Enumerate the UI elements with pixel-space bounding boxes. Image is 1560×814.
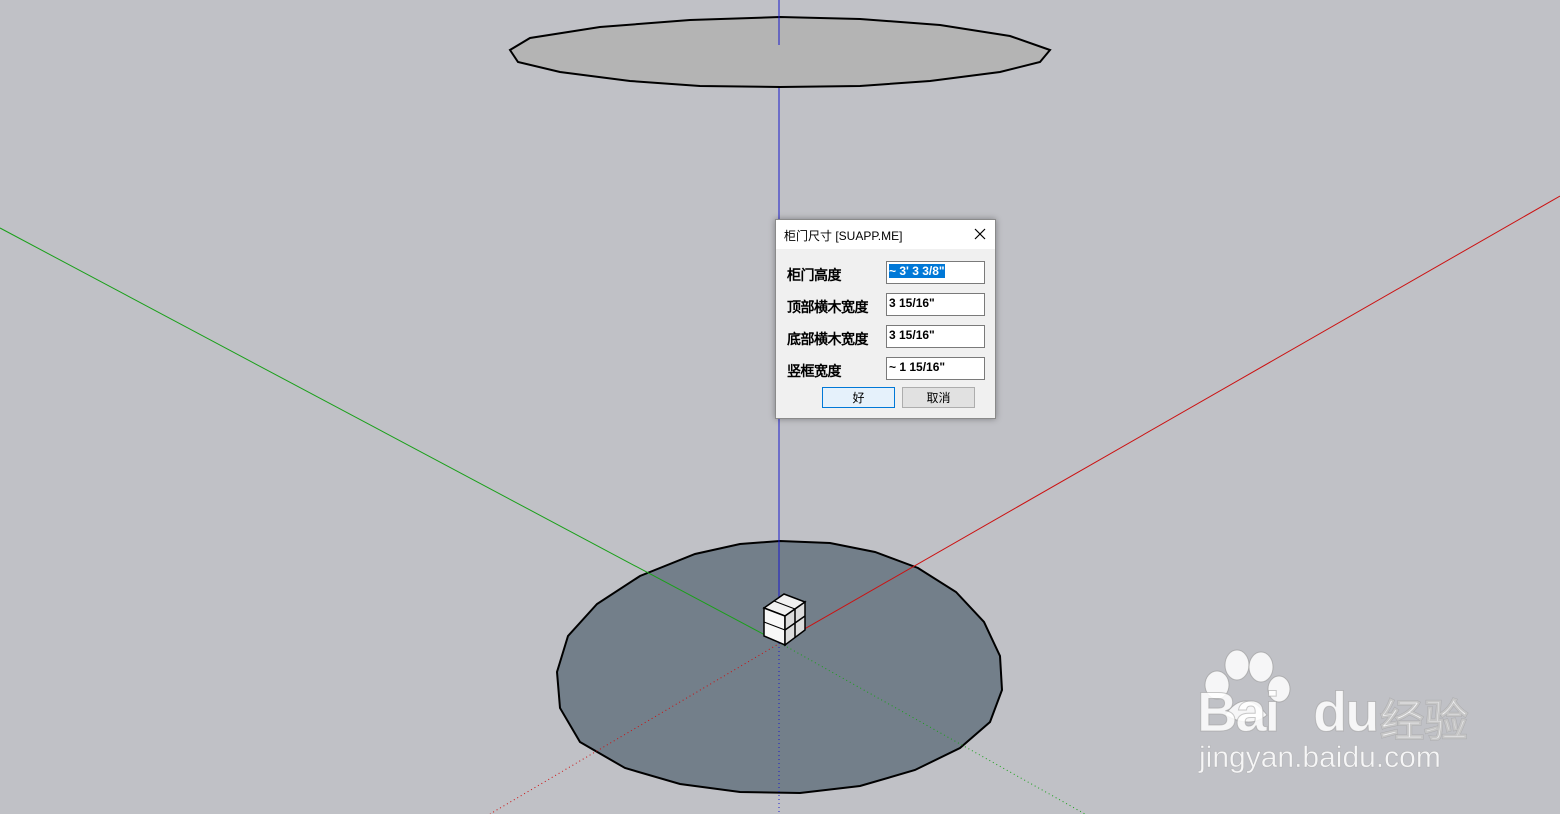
field-row-door-height: 柜门高度 ~ 3' 3 3/8" [776, 261, 995, 285]
cabinet-door-size-dialog: 柜门尺寸 [SUAPP.ME] 柜门高度 ~ 3' 3 3/8" 顶部横木宽度 … [775, 219, 996, 419]
field-row-bottom-rail-width: 底部横木宽度 3 15/16" [776, 325, 995, 349]
top-rail-width-label: 顶部横木宽度 [787, 300, 869, 316]
top-rail-width-value: 3 15/16" [889, 296, 935, 310]
field-row-top-rail-width: 顶部横木宽度 3 15/16" [776, 293, 995, 317]
bottom-rail-width-label: 底部横木宽度 [787, 332, 869, 348]
bottom-rail-width-value: 3 15/16" [889, 328, 935, 342]
door-height-label: 柜门高度 [787, 268, 842, 284]
dialog-titlebar[interactable]: 柜门尺寸 [SUAPP.ME] [776, 220, 995, 249]
stile-width-label: 竖框宽度 [787, 364, 842, 380]
close-icon [974, 228, 986, 240]
top-circle-face[interactable] [508, 15, 1052, 89]
ok-button[interactable]: 好 [822, 387, 895, 408]
top-rail-width-input[interactable]: 3 15/16" [886, 293, 985, 316]
field-row-stile-width: 竖框宽度 ~ 1 15/16" [776, 357, 995, 381]
door-height-value: ~ 3' 3 3/8" [889, 264, 945, 278]
close-button[interactable] [969, 223, 991, 245]
cancel-button[interactable]: 取消 [902, 387, 975, 408]
stile-width-value: ~ 1 15/16" [889, 360, 946, 374]
door-height-input[interactable]: ~ 3' 3 3/8" [886, 261, 985, 284]
bottom-rail-width-input[interactable]: 3 15/16" [886, 325, 985, 348]
stile-width-input[interactable]: ~ 1 15/16" [886, 357, 985, 380]
dialog-title: 柜门尺寸 [SUAPP.ME] [784, 229, 903, 243]
green-axis [0, 227, 781, 644]
